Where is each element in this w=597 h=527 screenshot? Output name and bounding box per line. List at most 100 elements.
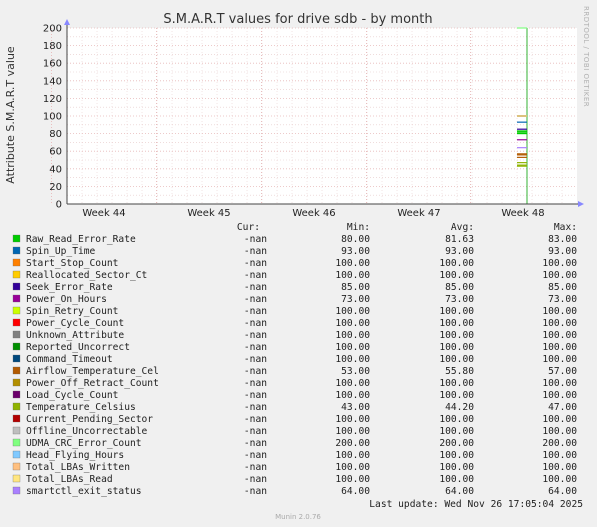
- x-tick-label: Week 45: [187, 208, 230, 219]
- legend-max-value: 85.00: [548, 282, 577, 293]
- x-tick-label: Week 47: [397, 208, 440, 219]
- legend-series-name: Total_LBAs_Read: [26, 474, 113, 485]
- legend-avg-value: 100.00: [439, 450, 474, 461]
- legend-min-value: 100.00: [335, 462, 370, 473]
- x-tick-label: Week 44: [82, 208, 125, 219]
- legend-swatch: [12, 462, 21, 471]
- legend-max-value: 83.00: [548, 234, 577, 245]
- legend-avg-value: 93.00: [445, 246, 474, 257]
- legend-cur-value: -nan: [244, 390, 267, 401]
- legend-series-name: Spin_Up_Time: [26, 246, 96, 257]
- legend-avg-value: 100.00: [439, 414, 474, 425]
- legend-avg-value: 100.00: [439, 342, 474, 353]
- legend-avg-value: 200.00: [439, 438, 474, 449]
- legend-min-value: 100.00: [335, 474, 370, 485]
- legend-min-value: 80.00: [341, 234, 370, 245]
- legend-min-value: 100.00: [335, 306, 370, 317]
- legend-series-name: Power_Cycle_Count: [26, 318, 124, 329]
- legend-cur-value: -nan: [244, 486, 267, 497]
- legend-swatch: [12, 318, 21, 327]
- legend-series-name: Unknown_Attribute: [26, 330, 124, 341]
- legend-cur-value: -nan: [244, 414, 267, 425]
- legend-series-name: Seek_Error_Rate: [26, 282, 113, 293]
- legend-min-value: 93.00: [341, 246, 370, 257]
- legend-min-value: 64.00: [341, 486, 370, 497]
- legend-swatch: [12, 270, 21, 279]
- legend-header-avg: Avg:: [451, 222, 474, 233]
- legend-min-value: 43.00: [341, 402, 370, 413]
- rrdtool-watermark: RRDTOOL / TOBI OETIKER: [582, 6, 590, 107]
- legend-cur-value: -nan: [244, 234, 267, 245]
- legend-max-value: 100.00: [542, 306, 577, 317]
- legend-swatch: [12, 414, 21, 423]
- legend-max-value: 100.00: [542, 330, 577, 341]
- legend-swatch: [12, 258, 21, 267]
- legend-max-value: 100.00: [542, 270, 577, 281]
- legend-cur-value: -nan: [244, 294, 267, 305]
- x-axis-arrow: [578, 201, 584, 207]
- legend-series-name: Head_Flying_Hours: [26, 450, 124, 461]
- legend-swatch: [12, 246, 21, 255]
- legend-swatch: [12, 354, 21, 363]
- legend-series-name: Load_Cycle_Count: [26, 390, 118, 401]
- legend-min-value: 100.00: [335, 258, 370, 269]
- legend-series-name: Reallocated_Sector_Ct: [26, 270, 147, 281]
- legend-cur-value: -nan: [244, 330, 267, 341]
- legend-avg-value: 100.00: [439, 270, 474, 281]
- munin-footer: Munin 2.0.76: [275, 513, 321, 521]
- legend-cur-value: -nan: [244, 426, 267, 437]
- legend-cur-value: -nan: [244, 318, 267, 329]
- legend-cur-value: -nan: [244, 378, 267, 389]
- legend-series-name: Current_Pending_Sector: [26, 414, 153, 425]
- legend-avg-value: 100.00: [439, 474, 474, 485]
- legend-swatch: [12, 378, 21, 387]
- legend-cur-value: -nan: [244, 282, 267, 293]
- legend-avg-value: 100.00: [439, 378, 474, 389]
- legend-cur-value: -nan: [244, 366, 267, 377]
- legend-swatch: [12, 450, 21, 459]
- legend-header-max: Max:: [554, 222, 577, 233]
- y-tick-label: 140: [43, 76, 62, 87]
- legend-min-value: 100.00: [335, 270, 370, 281]
- legend-avg-value: 100.00: [439, 258, 474, 269]
- legend-min-value: 100.00: [335, 318, 370, 329]
- y-tick-label: 180: [43, 41, 62, 52]
- legend-cur-value: -nan: [244, 450, 267, 461]
- legend-series-name: Power_On_Hours: [26, 294, 107, 305]
- legend-cur-value: -nan: [244, 246, 267, 257]
- y-tick-label: 200: [43, 24, 62, 35]
- legend-swatch: [12, 390, 21, 399]
- x-tick-labels: Week 44 Week 45 Week 46 Week 47 Week 48: [82, 208, 544, 219]
- legend-swatch: [12, 342, 21, 351]
- legend-swatch: [12, 234, 21, 243]
- legend-min-value: 100.00: [335, 378, 370, 389]
- legend-avg-value: 55.80: [445, 366, 474, 377]
- legend-min-value: 73.00: [341, 294, 370, 305]
- legend-max-value: 47.00: [548, 402, 577, 413]
- legend-cur-value: -nan: [244, 306, 267, 317]
- chart-title: S.M.A.R.T values for drive sdb - by mont…: [163, 12, 432, 27]
- legend-max-value: 100.00: [542, 474, 577, 485]
- legend-max-value: 64.00: [548, 486, 577, 497]
- legend-cur-value: -nan: [244, 474, 267, 485]
- legend-min-value: 100.00: [335, 390, 370, 401]
- legend-max-value: 100.00: [542, 450, 577, 461]
- legend-cur-value: -nan: [244, 270, 267, 281]
- legend-series-name: Total_LBAs_Written: [26, 462, 130, 473]
- legend-series-name: smartctl_exit_status: [26, 486, 142, 497]
- legend-series-name: Command_Timeout: [26, 354, 113, 365]
- legend-avg-value: 100.00: [439, 426, 474, 437]
- y-tick-label: 100: [43, 112, 62, 123]
- legend-swatch: [12, 366, 21, 375]
- legend-max-value: 100.00: [542, 414, 577, 425]
- legend-header-cur: Cur:: [237, 222, 260, 233]
- y-tick-labels: 0 20 40 60 80 100 120 140 160 180 200: [43, 24, 62, 211]
- legend-swatch: [12, 474, 21, 483]
- legend-max-value: 100.00: [542, 354, 577, 365]
- legend-series-name: Power_Off_Retract_Count: [26, 378, 159, 389]
- legend-cur-value: -nan: [244, 438, 267, 449]
- legend-min-value: 100.00: [335, 414, 370, 425]
- legend-max-value: 57.00: [548, 366, 577, 377]
- y-tick-label: 120: [43, 94, 62, 105]
- legend-min-value: 53.00: [341, 366, 370, 377]
